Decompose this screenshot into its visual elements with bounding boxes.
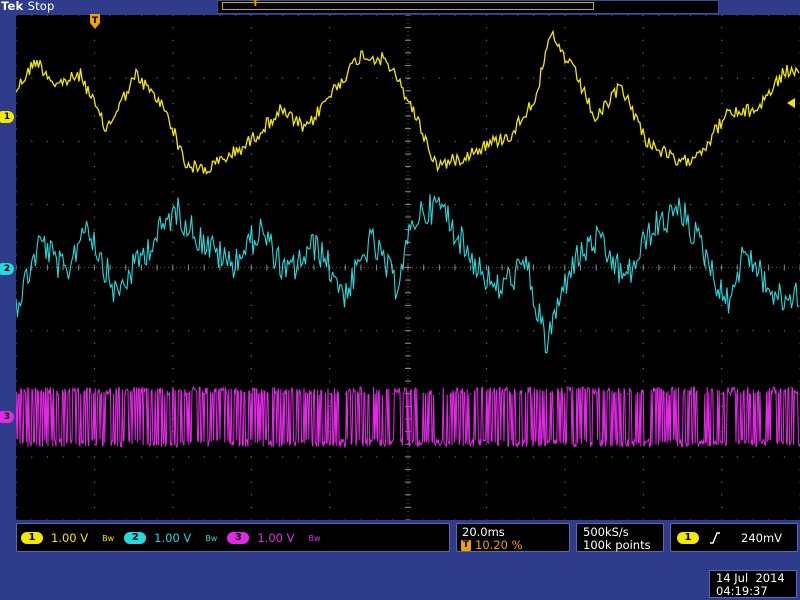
- date-time-readout: 14 Jul 2014 04:19:37: [709, 570, 797, 598]
- record-view-bar[interactable]: T: [217, 0, 719, 14]
- trigger-pos-icon: T: [461, 539, 471, 551]
- ch2-chip[interactable]: 2: [124, 532, 147, 544]
- horizontal-scale: 20.0ms: [462, 525, 505, 539]
- ch2-scale: 1.00 V: [154, 531, 192, 545]
- channel-readout-panel[interactable]: 1 1.00 V Bw 2 1.00 V Bw 3 1.00 V Bw: [16, 523, 450, 552]
- horizontal-readout[interactable]: 20.0ms T 10.20 %: [456, 523, 570, 552]
- ch1-ground-marker[interactable]: 1: [0, 111, 14, 123]
- time: 04:19:37: [716, 584, 768, 598]
- trigger-level: 240mV: [741, 531, 783, 545]
- record-trigger-marker: T: [252, 0, 259, 9]
- record-length: 100k points: [583, 538, 651, 552]
- trigger-readout[interactable]: 1 240mV: [670, 523, 798, 552]
- top-status-bar: Tek Stop T: [0, 0, 800, 14]
- ch3-trace: [16, 385, 800, 449]
- brand-name: Tek: [1, 0, 24, 13]
- trigger-position-letter: T: [92, 16, 99, 26]
- rising-edge-icon: [710, 532, 720, 544]
- trigger-position-icon[interactable]: T: [89, 13, 101, 30]
- sample-rate: 500kS/s: [583, 525, 629, 539]
- ch2-ground-marker[interactable]: 2: [0, 263, 14, 275]
- trigger-source-chip: 1: [677, 532, 699, 544]
- ch3-ground-marker[interactable]: 3: [0, 411, 14, 423]
- waveform-display[interactable]: [16, 15, 800, 520]
- acquisition-readout[interactable]: 500kS/s 100k points: [576, 523, 664, 552]
- record-view-window[interactable]: [222, 2, 594, 10]
- run-state[interactable]: Stop: [28, 0, 55, 13]
- ch3-scale: 1.00 V: [257, 531, 295, 545]
- ch1-chip[interactable]: 1: [21, 532, 43, 544]
- ch2-trace: [16, 194, 800, 354]
- trigger-position-value: 10.20 %: [475, 538, 523, 552]
- graticule-and-traces: [16, 15, 800, 520]
- ch2-bw-icon: Bw: [205, 533, 218, 543]
- ch1-scale: 1.00 V: [51, 531, 89, 545]
- trigger-level-icon[interactable]: [787, 98, 795, 108]
- ch3-chip[interactable]: 3: [227, 532, 250, 544]
- ch3-bw-icon: Bw: [308, 533, 321, 543]
- ch1-bw-icon: Bw: [102, 533, 115, 543]
- brand-label: Tek Stop: [1, 0, 55, 13]
- date: 14 Jul 2014: [716, 571, 785, 585]
